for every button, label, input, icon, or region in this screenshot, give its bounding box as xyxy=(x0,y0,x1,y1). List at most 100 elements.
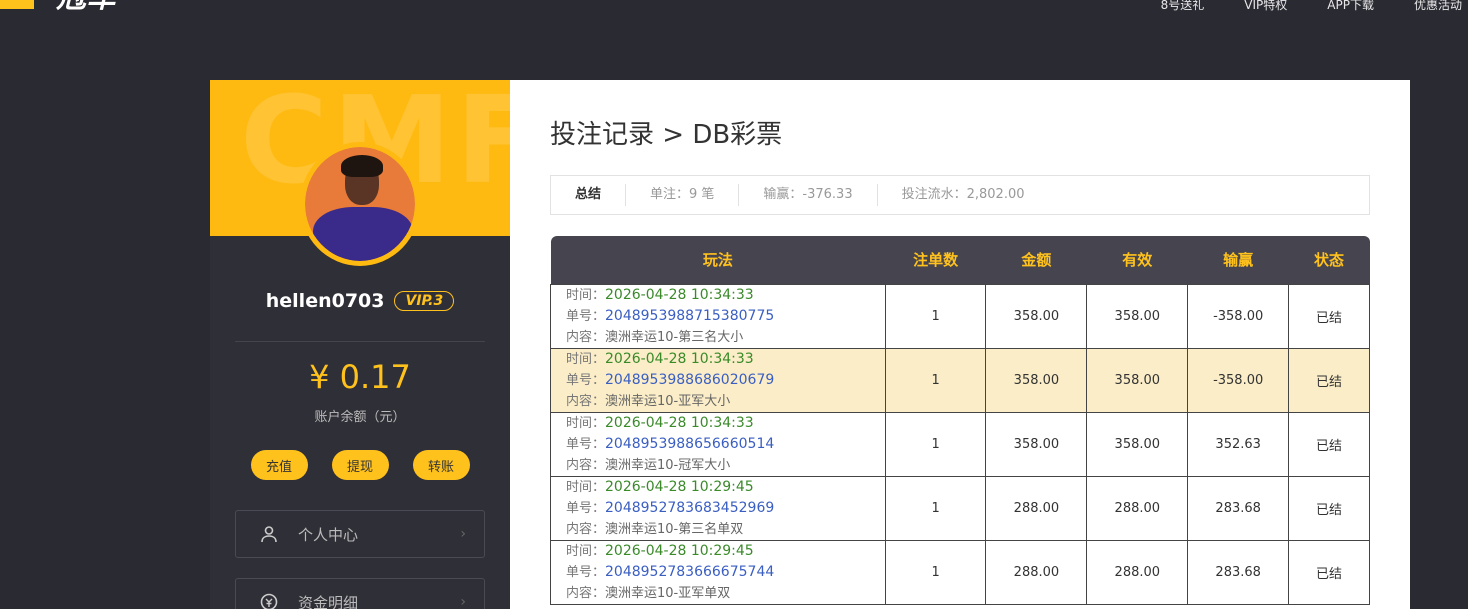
summary-count: 单注：9 笔 xyxy=(625,184,738,206)
order-number[interactable]: 2048953988656660514 xyxy=(605,436,774,452)
header-valid: 有效 xyxy=(1086,236,1188,284)
bet-records-table: 玩法 注单数 金额 有效 输赢 状态 时间：2026-04-28 10:34:3… xyxy=(550,236,1370,605)
bet-content: 澳洲幸运10-冠军大小 xyxy=(605,457,731,473)
order-number[interactable]: 2048953988686020679 xyxy=(605,372,774,388)
order-label: 单号： xyxy=(566,436,606,452)
bet-status: 已结 xyxy=(1288,411,1370,477)
bet-time: 2026-04-28 10:34:33 xyxy=(605,350,754,367)
bet-profit: -358.00 xyxy=(1187,283,1290,349)
withdraw-button[interactable]: 提现 xyxy=(331,450,389,480)
chevron-right-icon: › xyxy=(460,594,466,609)
bet-content: 澳洲幸运10-第三名单双 xyxy=(605,521,744,537)
bet-content: 澳洲幸运10-亚军单双 xyxy=(605,585,731,601)
nav-app-download[interactable]: APP下载 xyxy=(1327,0,1374,13)
bet-count: 1 xyxy=(884,475,987,541)
order-label: 单号： xyxy=(566,564,606,580)
summary-turnover: 投注流水：2,802.00 xyxy=(876,184,1049,206)
bet-amount: 358.00 xyxy=(985,411,1088,477)
table-row[interactable]: 时间：2026-04-28 10:34:33 单号：20489539886860… xyxy=(550,347,1370,413)
table-row[interactable]: 时间：2026-04-28 10:34:33 单号：20489539886566… xyxy=(550,411,1370,477)
bet-profit: 283.68 xyxy=(1187,539,1290,605)
menu-label: 个人中心 xyxy=(298,525,359,544)
bet-valid: 358.00 xyxy=(1086,347,1189,413)
bet-time: 2026-04-28 10:29:45 xyxy=(605,478,754,495)
bet-info-cell: 时间：2026-04-28 10:29:45 单号：20489527836666… xyxy=(550,539,886,605)
menu-label: 资金明细 xyxy=(298,593,359,609)
top-bar: 冠军 8号送礼 VIP特权 APP下载 优惠活动 xyxy=(0,0,1468,13)
logo-text: 冠军 xyxy=(56,0,116,13)
deposit-button[interactable]: 充值 xyxy=(250,450,308,480)
menu-item-fund-details[interactable]: 资金明细 › xyxy=(235,578,485,609)
username-row: hellen0703 VIP.3 xyxy=(210,290,510,312)
bet-profit: 352.63 xyxy=(1187,411,1290,477)
time-label: 时间： xyxy=(566,415,606,431)
bet-count: 1 xyxy=(884,347,987,413)
bet-amount: 358.00 xyxy=(985,283,1088,349)
bet-status: 已结 xyxy=(1288,283,1370,349)
order-label: 单号： xyxy=(566,500,606,516)
vip-badge: VIP.3 xyxy=(394,291,455,311)
menu-item-personal-center[interactable]: 个人中心 › xyxy=(235,510,485,558)
page-title: 投注记录 > DB彩票 xyxy=(550,120,783,150)
order-number[interactable]: 2048952783666675744 xyxy=(605,564,774,580)
header-play: 玩法 xyxy=(550,236,886,284)
balance-amount: ¥ 0.17 xyxy=(309,358,411,396)
table-row[interactable]: 时间：2026-04-28 10:29:45 单号：20489527836834… xyxy=(550,475,1370,541)
table-row[interactable]: 时间：2026-04-28 10:29:45 单号：20489527836666… xyxy=(550,539,1370,605)
order-label: 单号： xyxy=(566,372,606,388)
username: hellen0703 xyxy=(265,290,385,312)
header-status: 状态 xyxy=(1288,236,1370,284)
bet-status: 已结 xyxy=(1288,539,1370,605)
bet-amount: 288.00 xyxy=(985,539,1088,605)
user-icon xyxy=(260,525,278,543)
order-number[interactable]: 2048953988715380775 xyxy=(605,308,774,324)
summary-label: 总结 xyxy=(575,187,602,202)
bet-info-cell: 时间：2026-04-28 10:34:33 单号：20489539886860… xyxy=(550,347,886,413)
bet-info-cell: 时间：2026-04-28 10:34:33 单号：20489539886566… xyxy=(550,411,886,477)
content-label: 内容： xyxy=(566,457,606,473)
content-label: 内容： xyxy=(566,521,606,537)
bet-content: 澳洲幸运10-亚军大小 xyxy=(605,393,731,409)
chevron-right-icon: › xyxy=(460,526,466,542)
order-number[interactable]: 2048952783683452969 xyxy=(605,500,774,516)
content-label: 内容： xyxy=(566,585,606,601)
nav-gift[interactable]: 8号送礼 xyxy=(1161,0,1205,13)
bet-time: 2026-04-28 10:29:45 xyxy=(605,542,754,559)
table-header-row: 玩法 注单数 金额 有效 输赢 状态 xyxy=(550,236,1370,284)
balance-label: 账户余额（元） xyxy=(314,410,406,425)
transfer-button[interactable]: 转账 xyxy=(412,450,470,480)
bet-valid: 288.00 xyxy=(1086,539,1189,605)
avatar-image xyxy=(305,147,415,261)
bet-status: 已结 xyxy=(1288,347,1370,413)
nav-vip[interactable]: VIP特权 xyxy=(1244,0,1287,13)
time-label: 时间： xyxy=(566,543,606,559)
money-icon xyxy=(260,593,278,609)
bet-info-cell: 时间：2026-04-28 10:29:45 单号：20489527836834… xyxy=(550,475,886,541)
avatar[interactable] xyxy=(300,142,420,266)
bet-profit: 283.68 xyxy=(1187,475,1290,541)
bet-valid: 288.00 xyxy=(1086,475,1189,541)
table-row[interactable]: 时间：2026-04-28 10:34:33 单号：20489539887153… xyxy=(550,283,1370,349)
nav-promotions[interactable]: 优惠活动 xyxy=(1414,0,1462,13)
summary-profit: 输赢：-376.33 xyxy=(738,184,876,206)
summary-bar: 总结 单注：9 笔 输赢：-376.33 投注流水：2,802.00 xyxy=(550,175,1370,215)
bet-info-cell: 时间：2026-04-28 10:34:33 单号：20489539887153… xyxy=(550,283,886,349)
bet-records-panel: 投注记录 > DB彩票 总结 单注：9 笔 输赢：-376.33 投注流水：2,… xyxy=(510,80,1410,609)
bet-time: 2026-04-28 10:34:33 xyxy=(605,286,754,303)
bet-valid: 358.00 xyxy=(1086,411,1189,477)
bet-count: 1 xyxy=(884,411,987,477)
content-label: 内容： xyxy=(566,393,606,409)
site-logo[interactable]: 冠军 xyxy=(0,0,116,13)
logo-mark xyxy=(0,0,34,9)
bet-valid: 358.00 xyxy=(1086,283,1189,349)
header-profit: 输赢 xyxy=(1187,236,1289,284)
time-label: 时间： xyxy=(566,479,606,495)
top-nav: 8号送礼 VIP特权 APP下载 优惠活动 xyxy=(1121,0,1462,13)
bet-amount: 358.00 xyxy=(985,347,1088,413)
bet-time: 2026-04-28 10:34:33 xyxy=(605,414,754,431)
bet-count: 1 xyxy=(884,283,987,349)
order-label: 单号： xyxy=(566,308,606,324)
wallet-actions: 充值 提现 转账 xyxy=(210,450,510,480)
bet-content: 澳洲幸运10-第三名大小 xyxy=(605,329,744,345)
bet-profit: -358.00 xyxy=(1187,347,1290,413)
